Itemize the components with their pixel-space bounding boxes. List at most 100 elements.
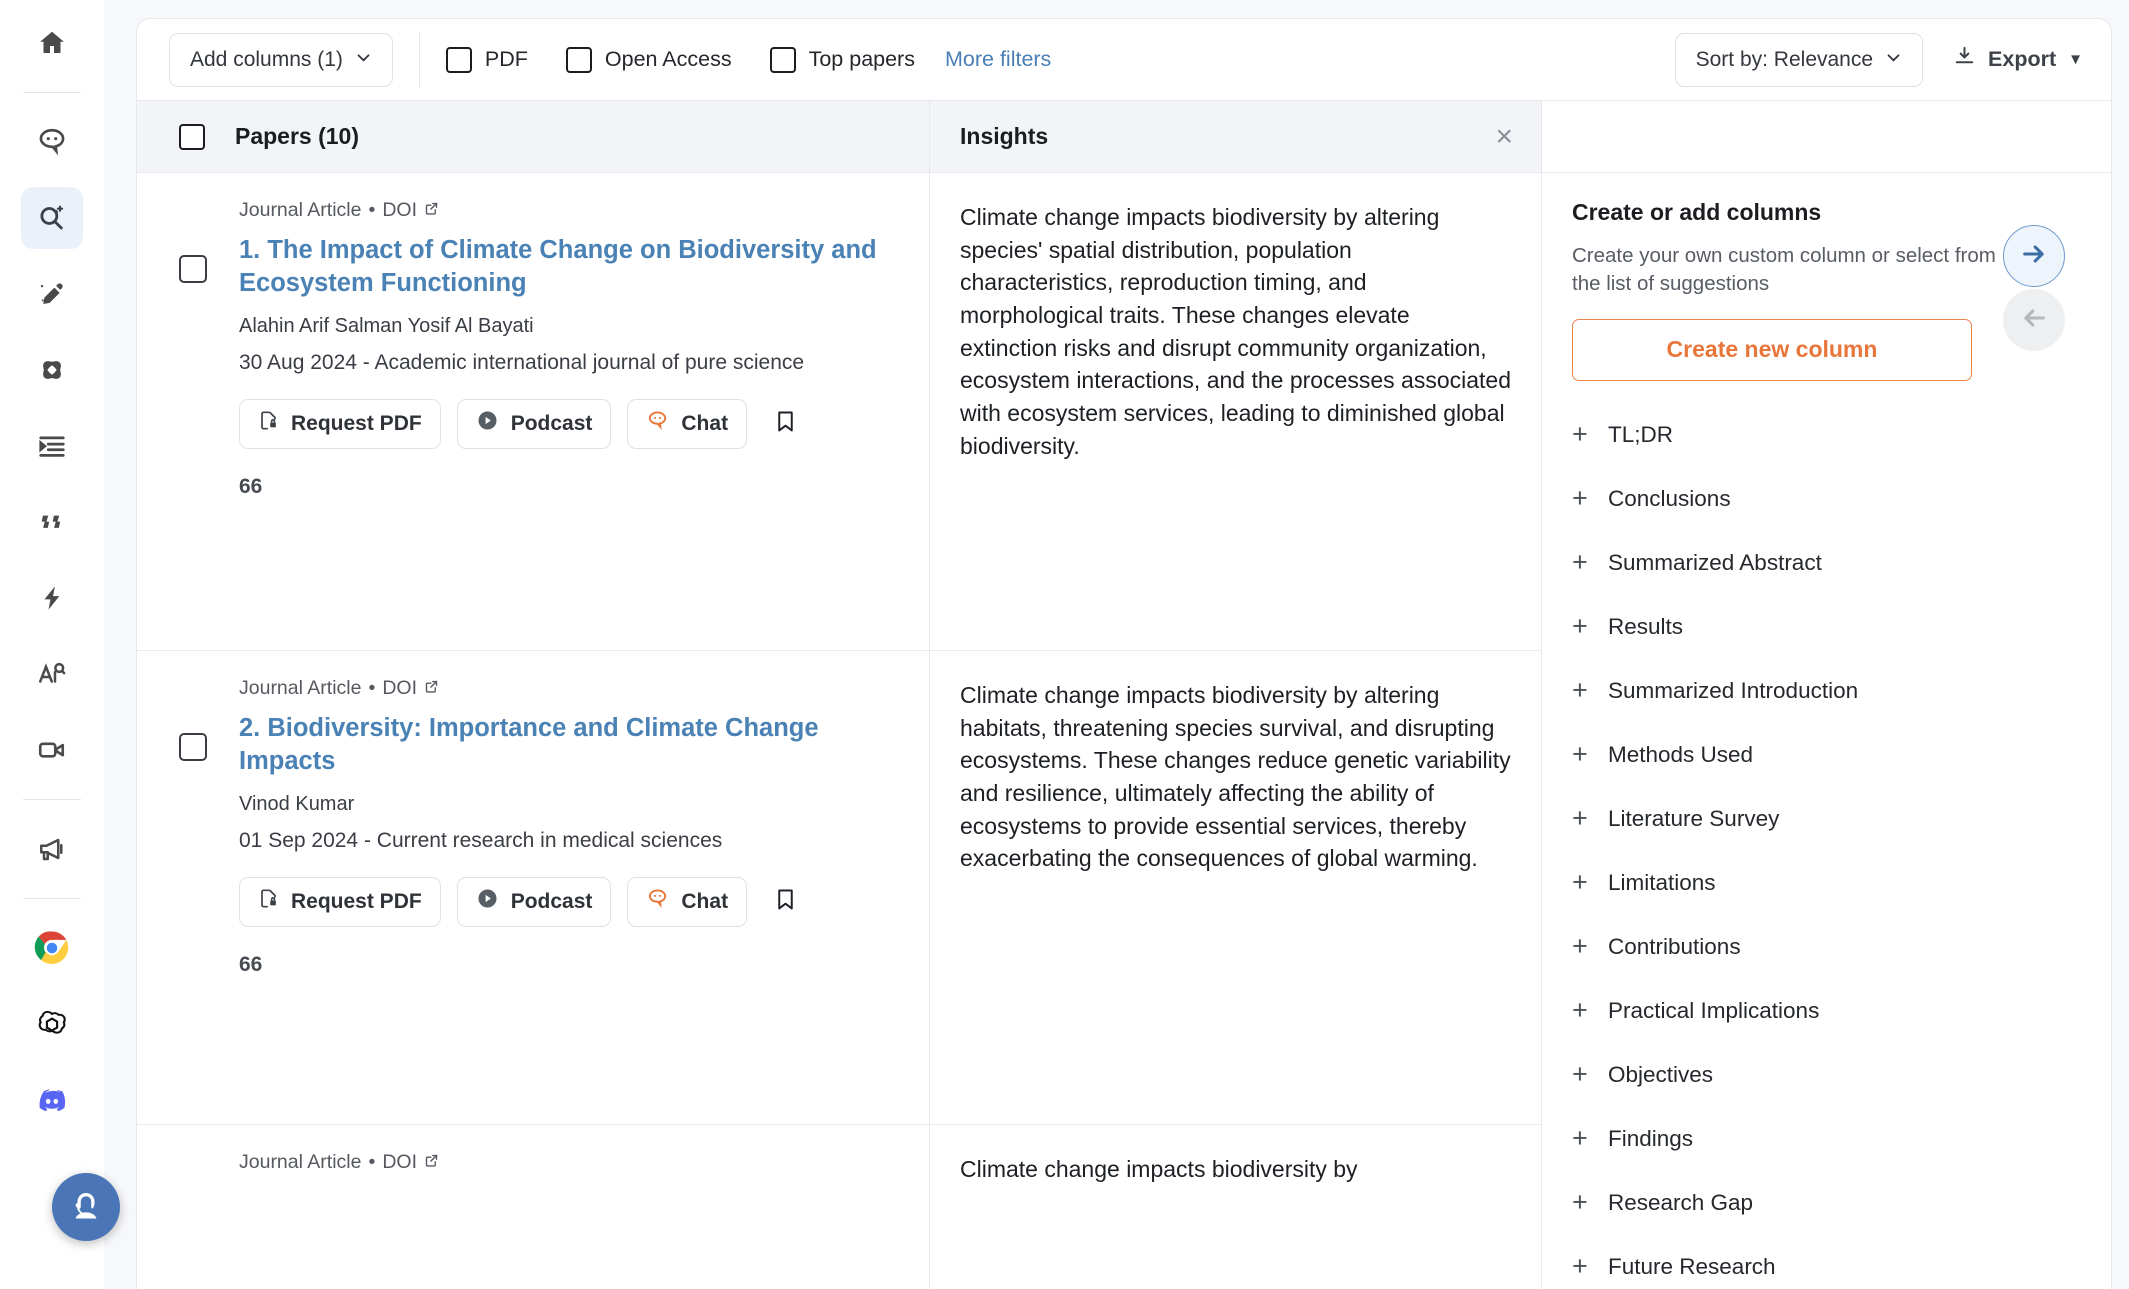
filter-top-papers-label: Top papers [808,47,915,71]
paper-2-journal: 01 Sep 2024 - Current research in medica… [239,827,859,854]
suggestion-label: Contributions [1608,933,1741,959]
filter-pdf-label: PDF [484,47,528,71]
paper-3-content: Journal Article • DOI [239,1151,899,1274]
suggestion-summarized-introduction[interactable]: + Summarized Introduction [1572,659,2111,723]
sidebar-item-ai-writer[interactable] [21,263,83,325]
arrow-right-icon [2020,240,2048,273]
sidebar-item-announcements[interactable] [21,818,83,880]
insights-column-header: Insights × [930,101,1542,172]
sidebar-item-discord[interactable] [21,1069,83,1131]
suggestion-future-research[interactable]: + Future Research [1572,1235,2111,1289]
plus-icon: + [1572,419,1588,450]
suggestion-label: Summarized Abstract [1608,549,1822,575]
sort-by-dropdown[interactable]: Sort by: Relevance [1674,32,1924,87]
sidebar-item-home[interactable] [21,12,83,74]
export-button[interactable]: Export ▼ [1953,45,2083,74]
close-icon[interactable]: × [1495,121,1513,152]
chat-button[interactable]: Chat [627,876,748,927]
suggestion-conclusions[interactable]: + Conclusions [1572,467,2111,531]
add-columns-button[interactable]: Add columns (1) [169,32,393,87]
bookmark-icon[interactable] [773,887,798,917]
paper-2-date: 01 Sep 2024 [239,829,359,853]
plus-icon: + [1572,1187,1588,1218]
filter-pdf[interactable]: PDF [445,46,528,73]
open-access-checkbox[interactable] [565,46,592,73]
suggestion-tldr[interactable]: + TL;DR [1572,403,2111,467]
paper-1-checkbox[interactable] [179,255,207,283]
podcast-button[interactable]: Podcast [456,876,612,927]
suggestion-practical-implications[interactable]: + Practical Implications [1572,979,2111,1043]
megaphone-icon [37,834,67,864]
insights-column: Climate change impacts biodiversity by a… [930,173,1542,1289]
sidebar-item-outline[interactable] [21,415,83,477]
doi-link[interactable]: DOI [382,1151,417,1174]
create-columns-panel: Create or add columns Create your own cu… [1542,173,2111,1289]
previous-arrow-button[interactable] [2003,289,2065,351]
filter-open-access[interactable]: Open Access [565,46,732,73]
suggestion-contributions[interactable]: + Contributions [1572,915,2111,979]
papers-column-header: Papers (10) [137,101,930,172]
bullet-separator: • [368,199,376,221]
plus-icon: + [1572,1251,1588,1282]
sidebar-item-video[interactable] [21,719,83,781]
paper-2-authors: Vinod Kumar [239,793,355,816]
create-panel-title: Create or add columns [1572,199,1822,225]
podcast-button[interactable]: Podcast [456,398,612,449]
suggestion-literature-survey[interactable]: + Literature Survey [1572,787,2111,851]
suggestion-objectives[interactable]: + Objectives [1572,1043,2111,1107]
sidebar-item-citations[interactable] [21,491,83,553]
suggestion-methods-used[interactable]: + Methods Used [1572,723,2111,787]
row-select-cell [179,199,239,624]
suggestion-label: TL;DR [1608,421,1674,447]
sidebar-item-chat-bot[interactable] [21,111,83,173]
sidebar-item-chrome[interactable] [21,917,83,979]
paper-2-title[interactable]: 2. Biodiversity: Importance and Climate … [239,712,879,777]
external-link-icon [424,1151,439,1174]
bookmark-icon[interactable] [773,409,798,439]
create-new-column-button[interactable]: Create new column [1572,318,1972,381]
dash-separator: - [362,351,375,375]
paper-1-title[interactable]: 1. The Impact of Climate Change on Biodi… [239,234,879,299]
papers-column: Journal Article • DOI 1. The Impact of C… [137,173,930,1289]
sidebar-item-literature-search[interactable] [21,187,83,249]
dash-separator: - [363,829,377,853]
ai-detector-icon [37,659,67,689]
sidebar-item-paraphraser[interactable] [21,567,83,629]
suggestion-research-gap[interactable]: + Research Gap [1572,1171,2111,1235]
chat-bot-icon [646,887,669,916]
suggestion-summarized-abstract[interactable]: + Summarized Abstract [1572,531,2111,595]
paper-2-checkbox[interactable] [179,733,207,761]
doi-link[interactable]: DOI [382,199,417,222]
bullet-separator: • [368,677,376,699]
more-filters-link[interactable]: More filters [945,47,1051,72]
next-arrow-button[interactable] [2003,225,2065,287]
insight-cell: Climate change impacts biodiversity by [930,1125,1541,1289]
suggestion-findings[interactable]: + Findings [1572,1107,2111,1171]
request-pdf-button[interactable]: Request PDF [239,876,441,927]
top-papers-checkbox[interactable] [769,46,796,73]
suggestion-limitations[interactable]: + Limitations [1572,851,2111,915]
pencil-sparkle-icon [37,279,67,309]
paper-type-label: Journal Article [239,1151,362,1173]
pdf-checkbox[interactable] [445,46,472,73]
select-all-checkbox[interactable] [179,123,205,150]
sidebar-item-openai[interactable] [21,993,83,1055]
grid-header-row: Papers (10) Insights × [137,101,2111,173]
sidebar-item-ai-detector[interactable] [21,643,83,705]
paper-2-content: Journal Article • DOI 2. Biodiversity: I… [239,677,899,1098]
suggestion-label: Results [1608,613,1684,639]
table-row: Journal Article • DOI 2. Biodiversity: I… [137,651,929,1125]
chat-button[interactable]: Chat [627,398,748,449]
doi-link[interactable]: DOI [382,677,417,700]
request-pdf-button[interactable]: Request PDF [239,398,441,449]
sidebar-item-science[interactable] [21,339,83,401]
paper-1-date: 30 Aug 2024 [239,351,357,375]
suggestion-label: Objectives [1608,1061,1714,1087]
support-chat-fab[interactable] [52,1173,120,1241]
support-agent-icon [69,1188,103,1227]
suggestion-results[interactable]: + Results [1572,595,2111,659]
plus-icon: + [1572,547,1588,578]
filter-top-papers[interactable]: Top papers [769,46,915,73]
suggestion-label: Conclusions [1608,485,1731,511]
add-columns-label: Add columns (1) [190,47,343,71]
